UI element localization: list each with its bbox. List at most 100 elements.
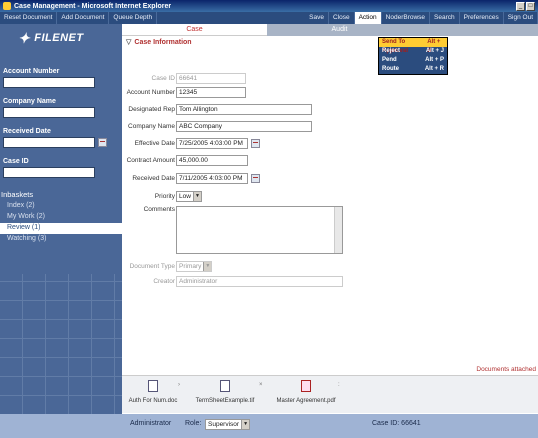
account-number-search-input[interactable] bbox=[3, 77, 95, 88]
status-case-id: Case ID: 66641 bbox=[372, 420, 421, 427]
attachment-item[interactable]: Auth For Num.doc bbox=[124, 380, 182, 404]
comments-field-label: Comments bbox=[143, 206, 175, 213]
effective-date-field-label: Effective Date bbox=[134, 139, 175, 147]
logo-star-icon: ✦ bbox=[18, 29, 31, 46]
attachment-arrow-icon: › bbox=[178, 382, 180, 388]
effective-date-calendar-icon[interactable] bbox=[251, 138, 260, 148]
current-user: Administrator bbox=[130, 420, 172, 427]
menu-sign-out[interactable]: Sign Out bbox=[504, 12, 538, 24]
minimize-button[interactable]: _ bbox=[516, 1, 525, 11]
role-label: Role: bbox=[185, 420, 202, 427]
contract-amount-field[interactable]: 45,000.00 bbox=[176, 154, 248, 166]
main-panel: Case Audit ▽ Case Information Case ID 666… bbox=[122, 24, 538, 414]
document-type-field-label: Document Type bbox=[129, 262, 175, 270]
priority-select[interactable]: Low ▼ bbox=[176, 190, 202, 202]
app-menubar: Reset Document Add Document Queue Depth … bbox=[0, 12, 538, 24]
action-send-to-approval[interactable]: Send To Approval Alt + S bbox=[379, 38, 447, 54]
menu-action[interactable]: Action bbox=[354, 12, 382, 24]
account-number-row: Account Number 12345 bbox=[122, 86, 246, 98]
menu-close[interactable]: Close bbox=[329, 12, 355, 24]
creator-field: Administrator bbox=[176, 275, 343, 287]
received-date-field-label: Received Date bbox=[132, 174, 175, 182]
comments-textarea[interactable] bbox=[176, 206, 343, 254]
attachments-message: Documents attached bbox=[476, 366, 536, 373]
window-title: Case Management - Microsoft Internet Exp… bbox=[14, 2, 172, 10]
received-date-field[interactable]: 7/11/2005 4:03:00 PM bbox=[176, 172, 248, 184]
maximize-button[interactable]: □ bbox=[526, 1, 535, 11]
inbasket-review[interactable]: Review (1) bbox=[0, 223, 122, 234]
word-document-icon bbox=[148, 380, 158, 392]
inbaskets-header: Inbaskets bbox=[1, 190, 34, 199]
window-titlebar: Case Management - Microsoft Internet Exp… bbox=[0, 0, 538, 12]
menu-reset-document[interactable]: Reset Document bbox=[0, 12, 58, 24]
filenet-logo: ✦ FILENET bbox=[18, 29, 84, 46]
attachments-bar: Auth For Num.doc › TermSheetExample.tif … bbox=[122, 375, 538, 413]
designated-rep-field-label: Designated Rep bbox=[128, 105, 175, 113]
menu-add-document[interactable]: Add Document bbox=[57, 12, 110, 24]
sidebar-background-pattern bbox=[0, 274, 122, 414]
menu-queue-depth[interactable]: Queue Depth bbox=[109, 12, 158, 24]
company-name-field-label: Company Name bbox=[128, 122, 175, 130]
account-number-field-label: Account Number bbox=[126, 88, 175, 96]
menu-save[interactable]: Save bbox=[305, 12, 329, 24]
designated-rep-field[interactable]: Tom Allington bbox=[176, 103, 312, 115]
tab-strip: Case Audit bbox=[122, 24, 538, 36]
remove-attachment-icon[interactable]: × bbox=[259, 382, 263, 388]
creator-row: Creator Administrator bbox=[122, 275, 343, 287]
comments-scrollbar[interactable] bbox=[334, 207, 342, 253]
collapse-triangle-icon: ▽ bbox=[126, 39, 132, 46]
status-bar: Administrator Role: Supervisor ▼ Case ID:… bbox=[0, 414, 538, 438]
case-id-label: Case ID bbox=[3, 158, 29, 165]
company-name-field[interactable]: ABC Company bbox=[176, 120, 312, 132]
tab-audit[interactable]: Audit bbox=[267, 24, 412, 36]
dropdown-arrow-icon: ▼ bbox=[203, 261, 212, 271]
action-menu: Send To Approval Alt + S Reject Alt + J Pe… bbox=[378, 37, 448, 75]
dropdown-arrow-icon: ▼ bbox=[241, 420, 250, 429]
action-pend[interactable]: Pend Alt + P bbox=[379, 56, 447, 65]
company-name-label: Company Name bbox=[3, 98, 56, 105]
calendar-icon[interactable] bbox=[98, 138, 107, 147]
effective-date-field[interactable]: 7/25/2005 4:03:00 PM bbox=[176, 137, 248, 149]
received-date-calendar-icon[interactable] bbox=[251, 173, 260, 183]
received-date-row: Received Date 7/11/2005 4:03:00 PM bbox=[122, 172, 260, 184]
document-type-row: Document Type Primary ▼ bbox=[122, 260, 213, 272]
account-number-field[interactable]: 12345 bbox=[176, 86, 246, 98]
account-number-label: Account Number bbox=[3, 68, 60, 75]
inbasket-index[interactable]: Index (2) bbox=[0, 201, 122, 212]
attachment-item[interactable]: TermSheetExample.tif bbox=[192, 380, 258, 404]
case-id-field-label: Case ID bbox=[151, 74, 175, 82]
contract-amount-field-label: Contract Amount bbox=[126, 156, 175, 164]
action-reject[interactable]: Reject Alt + J bbox=[379, 47, 447, 56]
dropdown-arrow-icon: ▼ bbox=[192, 191, 201, 201]
tab-case[interactable]: Case bbox=[122, 24, 267, 36]
comments-row: Comments bbox=[122, 206, 343, 256]
sidebar: ✦ FILENET Account Number Company Name Re… bbox=[0, 24, 122, 414]
received-date-label: Received Date bbox=[3, 128, 51, 135]
received-date-search-input[interactable] bbox=[3, 137, 95, 148]
effective-date-row: Effective Date 7/25/2005 4:03:00 PM bbox=[122, 137, 260, 149]
menu-nodebrowse[interactable]: NoderBrowse bbox=[382, 12, 431, 24]
case-id-field: 66641 bbox=[176, 72, 246, 84]
creator-field-label: Creator bbox=[153, 277, 175, 285]
browser-icon bbox=[3, 2, 11, 10]
action-route[interactable]: Route Alt + R bbox=[379, 65, 447, 74]
inbasket-my-work[interactable]: My Work (2) bbox=[0, 212, 122, 223]
document-type-select: Primary ▼ bbox=[176, 260, 213, 272]
inbasket-watching[interactable]: Watching (3) bbox=[0, 234, 122, 245]
role-select[interactable]: Supervisor ▼ bbox=[205, 419, 251, 430]
menu-preferences[interactable]: Preferences bbox=[460, 12, 504, 24]
pdf-document-icon bbox=[301, 380, 311, 392]
attachment-menu-icon[interactable]: : bbox=[338, 382, 340, 388]
case-id-row: Case ID 66641 bbox=[122, 72, 246, 84]
case-id-search-input[interactable] bbox=[3, 167, 95, 178]
priority-row: Priority Low ▼ bbox=[122, 190, 202, 202]
attachment-item[interactable]: Master Agreement.pdf bbox=[272, 380, 340, 404]
image-document-icon bbox=[220, 380, 230, 392]
contract-amount-row: Contract Amount 45,000.00 bbox=[122, 154, 248, 166]
company-name-row: Company Name ABC Company bbox=[122, 120, 312, 132]
case-information-header[interactable]: ▽ Case Information bbox=[122, 38, 538, 48]
menu-search[interactable]: Search bbox=[430, 12, 460, 24]
company-name-search-input[interactable] bbox=[3, 107, 95, 118]
priority-field-label: Priority bbox=[154, 192, 175, 200]
designated-rep-row: Designated Rep Tom Allington bbox=[122, 103, 312, 115]
